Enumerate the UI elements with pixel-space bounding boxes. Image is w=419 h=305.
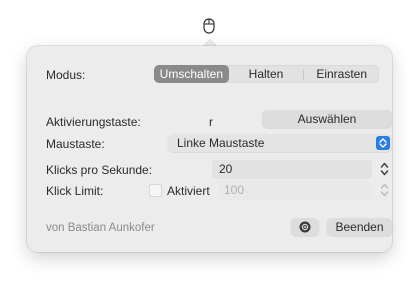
click-limit-checkbox[interactable] bbox=[149, 184, 162, 197]
click-limit-label: Klick Limit: bbox=[46, 184, 104, 198]
segment-umschalten[interactable]: Umschalten bbox=[154, 65, 229, 83]
activation-key-value: r bbox=[209, 115, 213, 129]
mouse-button-value: Linke Maustaste bbox=[177, 136, 265, 150]
clicks-per-second-row: Klicks pro Sekunde: 20 bbox=[46, 160, 389, 180]
click-limit-row: Klick Limit: Aktiviert 100 bbox=[46, 181, 389, 201]
quit-button[interactable]: Beenden bbox=[327, 218, 392, 236]
click-limit-stepper-icon[interactable] bbox=[379, 181, 390, 199]
clicks-stepper-icon[interactable] bbox=[379, 160, 390, 178]
activation-key-label: Aktivierungstaste: bbox=[46, 115, 141, 129]
chevron-up-down-icon bbox=[376, 136, 390, 150]
modus-row: Modus: Umschalten Halten Einrasten bbox=[46, 65, 379, 85]
author-credit: von Bastian Aunkofer bbox=[46, 222, 155, 234]
segment-halten[interactable]: Halten bbox=[229, 65, 304, 83]
segment-einrasten[interactable]: Einrasten bbox=[304, 65, 379, 83]
mouse-button-popup[interactable]: Linke Maustaste bbox=[168, 134, 392, 152]
gear-icon bbox=[299, 221, 311, 233]
click-limit-field[interactable]: 100 bbox=[218, 181, 372, 200]
footer-row: von Bastian Aunkofer Beenden bbox=[46, 218, 392, 238]
modus-label: Modus: bbox=[46, 68, 86, 82]
popover-panel: Modus: Umschalten Halten Einrasten Aktiv… bbox=[27, 46, 392, 252]
clicks-per-second-value: 20 bbox=[219, 162, 233, 176]
select-key-button[interactable]: Auswählen bbox=[262, 110, 392, 128]
modus-segmented-control[interactable]: Umschalten Halten Einrasten bbox=[154, 65, 379, 83]
mouse-button-label: Maustaste: bbox=[46, 137, 105, 151]
activation-key-row: Aktivierungstaste: r Auswählen bbox=[46, 110, 392, 130]
settings-button[interactable] bbox=[291, 218, 319, 236]
mouse-button-row: Maustaste: Linke Maustaste bbox=[46, 134, 392, 154]
click-limit-value: 100 bbox=[224, 183, 245, 197]
clicks-per-second-label: Klicks pro Sekunde: bbox=[46, 163, 153, 177]
clicks-per-second-field[interactable]: 20 bbox=[212, 160, 372, 179]
click-limit-checkbox-label: Aktiviert bbox=[167, 184, 210, 198]
mouse-icon[interactable] bbox=[203, 18, 215, 34]
